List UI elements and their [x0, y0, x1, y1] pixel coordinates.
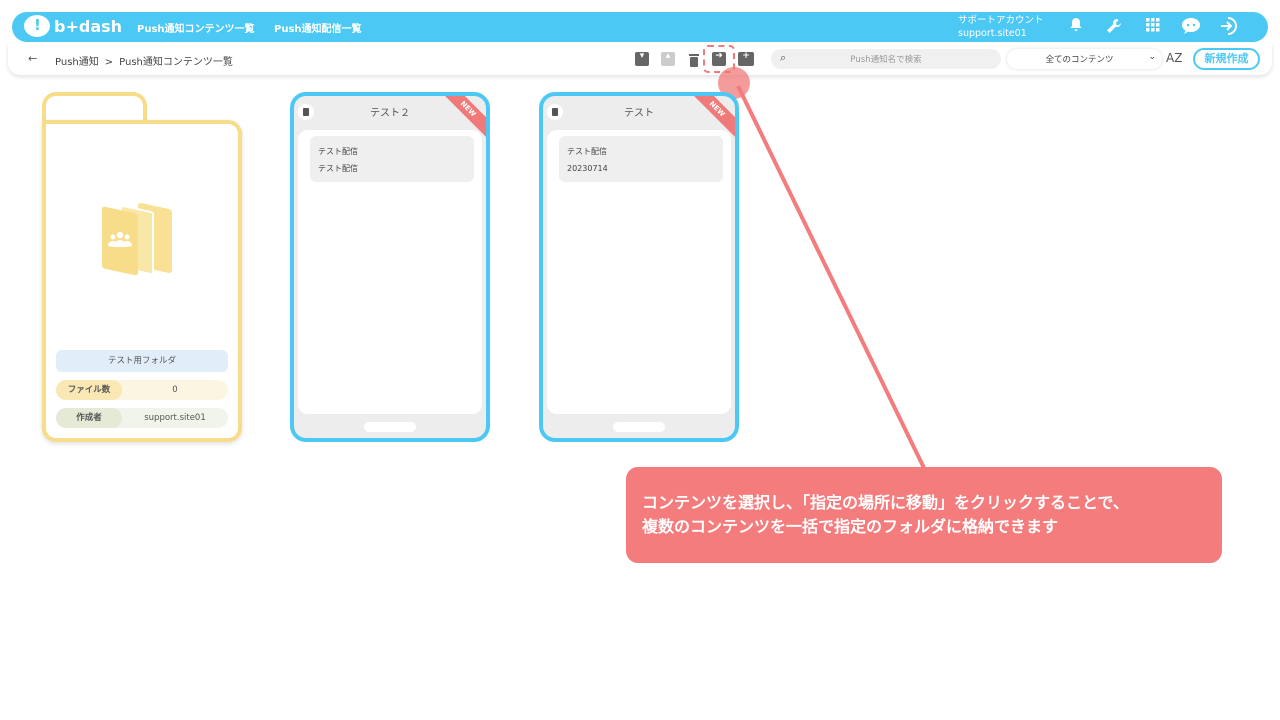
- annotation-pointer-line: [736, 85, 926, 469]
- annotation-callout: コンテンツを選択し、「指定の場所に移動」をクリックすることで、 複数のコンテンツ…: [626, 467, 1222, 563]
- annotation-line-1: コンテンツを選択し、「指定の場所に移動」をクリックすることで、: [642, 493, 1129, 512]
- annotation-line-2: 複数のコンテンツを一括で指定のフォルダに格納できます: [642, 517, 1059, 536]
